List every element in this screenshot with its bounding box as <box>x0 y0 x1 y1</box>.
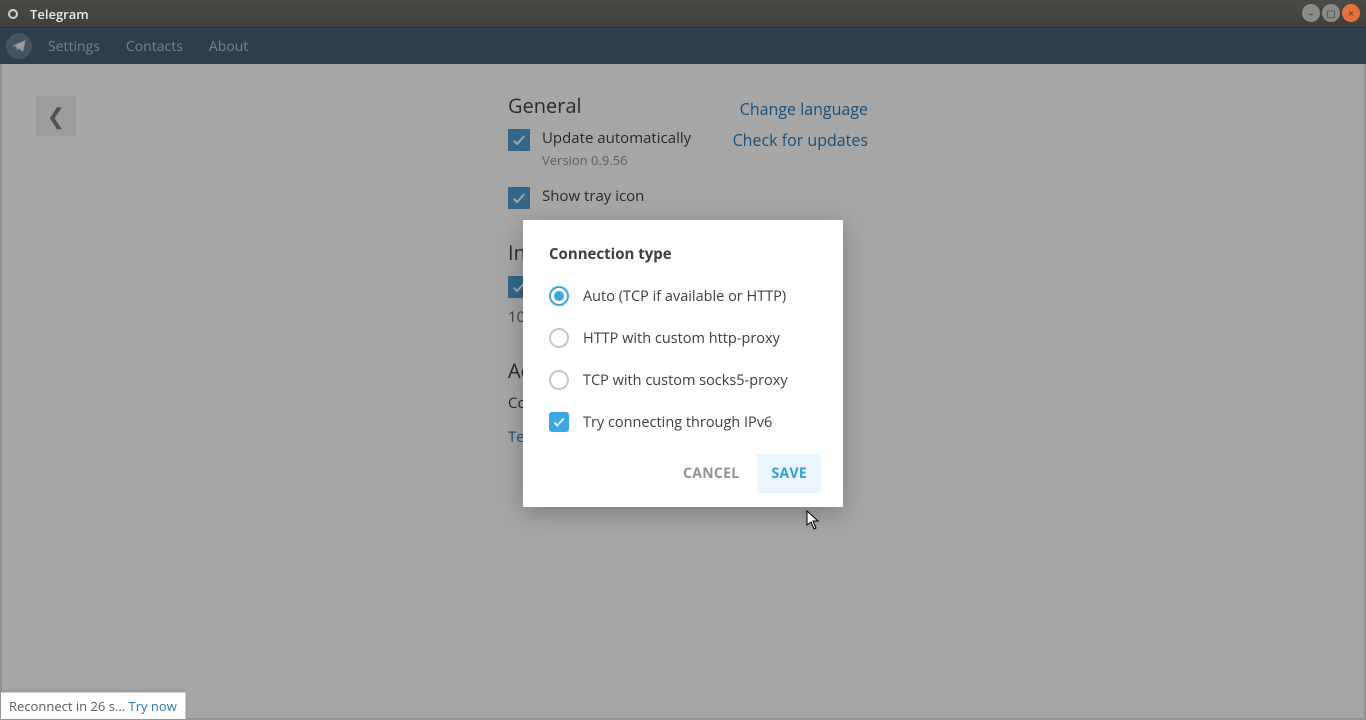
checkbox-label: Try connecting through IPv6 <box>583 413 772 432</box>
maximize-button[interactable]: ▢ <box>1322 4 1340 22</box>
radio-option-socks5-proxy[interactable]: TCP with custom socks5-proxy <box>549 370 821 390</box>
dialog-actions: CANCEL SAVE <box>549 454 821 493</box>
radio-icon <box>549 328 569 348</box>
radio-option-auto[interactable]: Auto (TCP if available or HTTP) <box>549 286 821 306</box>
radio-option-http-proxy[interactable]: HTTP with custom http-proxy <box>549 328 821 348</box>
window-title: Telegram <box>30 5 89 23</box>
reconnect-text: Reconnect in 26 s... <box>9 697 129 715</box>
radio-label: HTTP with custom http-proxy <box>583 329 780 348</box>
window-controls: – ▢ × <box>1302 4 1360 22</box>
radio-label: TCP with custom socks5-proxy <box>583 371 788 390</box>
dialog-title: Connection type <box>549 244 821 264</box>
app-indicator-icon <box>8 9 18 19</box>
checkbox-icon <box>549 412 569 432</box>
try-now-link[interactable]: Try now <box>129 697 177 715</box>
radio-icon <box>549 370 569 390</box>
radio-label: Auto (TCP if available or HTTP) <box>583 287 786 306</box>
cancel-button[interactable]: CANCEL <box>669 454 753 493</box>
minimize-button[interactable]: – <box>1302 4 1320 22</box>
save-button[interactable]: SAVE <box>757 454 821 493</box>
os-titlebar: Telegram – ▢ × <box>0 0 1366 28</box>
connection-type-dialog: Connection type Auto (TCP if available o… <box>523 220 843 507</box>
checkbox-ipv6[interactable]: Try connecting through IPv6 <box>549 412 821 432</box>
radio-icon <box>549 286 569 306</box>
reconnect-toast: Reconnect in 26 s... Try now <box>1 692 186 719</box>
close-button[interactable]: × <box>1342 4 1360 22</box>
